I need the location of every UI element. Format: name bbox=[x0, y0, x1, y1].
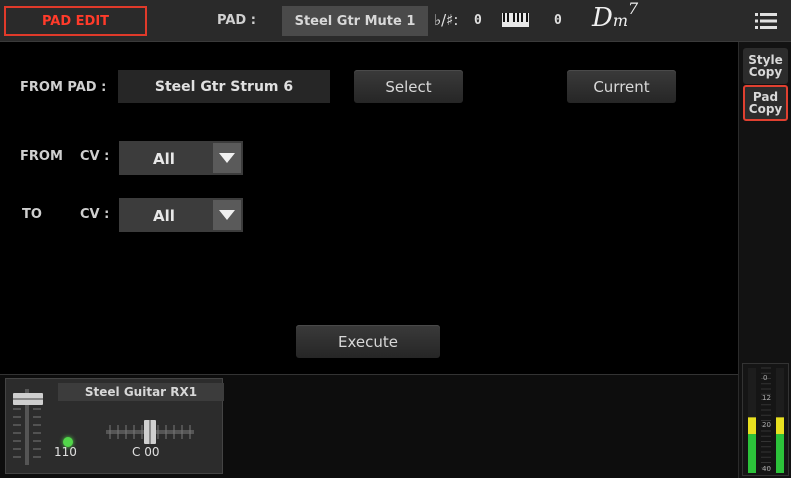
volume-fader[interactable] bbox=[10, 385, 46, 469]
execute-button[interactable]: Execute bbox=[296, 325, 440, 358]
meter-scale-12: 12 bbox=[762, 394, 771, 402]
from-pad-field[interactable]: Steel Gtr Strum 6 bbox=[118, 70, 330, 103]
meter-bar-left-yellow bbox=[748, 417, 756, 435]
pan-slider[interactable] bbox=[106, 419, 194, 445]
select-button[interactable]: Select bbox=[354, 70, 463, 103]
chevron-down-icon[interactable] bbox=[213, 200, 241, 230]
chord-extension: 7 bbox=[628, 0, 639, 18]
chevron-down-icon[interactable] bbox=[213, 143, 241, 173]
track-volume-value: 110 bbox=[54, 445, 77, 459]
tab-pad-copy[interactable]: Pad Copy bbox=[743, 85, 788, 121]
level-meter: 0 12 20 40 bbox=[742, 363, 789, 476]
hamburger-menu-icon[interactable] bbox=[755, 12, 777, 30]
transpose-label: ♭/♯: bbox=[434, 11, 459, 29]
chord-quality: m bbox=[612, 11, 629, 30]
from-pad-label: FROM PAD : bbox=[20, 80, 107, 95]
meter-scale-20: 20 bbox=[762, 421, 771, 429]
from-cv-dropdown[interactable]: All bbox=[119, 141, 243, 175]
meter-scale-40: 40 bbox=[762, 465, 771, 473]
to-cv-dropdown[interactable]: All bbox=[119, 198, 243, 232]
to-label: TO bbox=[22, 207, 42, 222]
meter-bar-left-green bbox=[748, 434, 756, 473]
to-cv-value: All bbox=[153, 207, 175, 225]
page-title[interactable]: PAD EDIT bbox=[4, 6, 147, 36]
tab-style-copy[interactable]: Style Copy bbox=[743, 48, 788, 84]
transpose-value[interactable]: 0 bbox=[474, 13, 482, 28]
track-panel[interactable]: Steel Guitar RX1 110 C 00 bbox=[5, 378, 224, 474]
meter-scale-0: 0 bbox=[763, 374, 768, 382]
from-cv-value: All bbox=[153, 150, 175, 168]
octave-value[interactable]: 0 bbox=[554, 13, 562, 28]
track-pan-value: C 00 bbox=[132, 445, 160, 459]
from-cv-label: CV : bbox=[80, 149, 110, 164]
chord-display: Dm7 bbox=[592, 0, 639, 33]
keyboard-icon bbox=[502, 13, 529, 27]
current-button[interactable]: Current bbox=[567, 70, 676, 103]
pad-label: PAD : bbox=[217, 13, 256, 28]
track-name[interactable]: Steel Guitar RX1 bbox=[58, 383, 224, 401]
to-cv-label: CV : bbox=[80, 207, 110, 222]
pad-name-display[interactable]: Steel Gtr Mute 1 bbox=[282, 6, 428, 36]
meter-bar-right-yellow bbox=[776, 417, 784, 435]
top-header: PAD EDIT PAD : Steel Gtr Mute 1 ♭/♯: 0 0… bbox=[0, 0, 791, 42]
chord-root: D bbox=[592, 3, 613, 33]
from-label: FROM bbox=[20, 149, 63, 164]
meter-bar-right-green bbox=[776, 434, 784, 473]
